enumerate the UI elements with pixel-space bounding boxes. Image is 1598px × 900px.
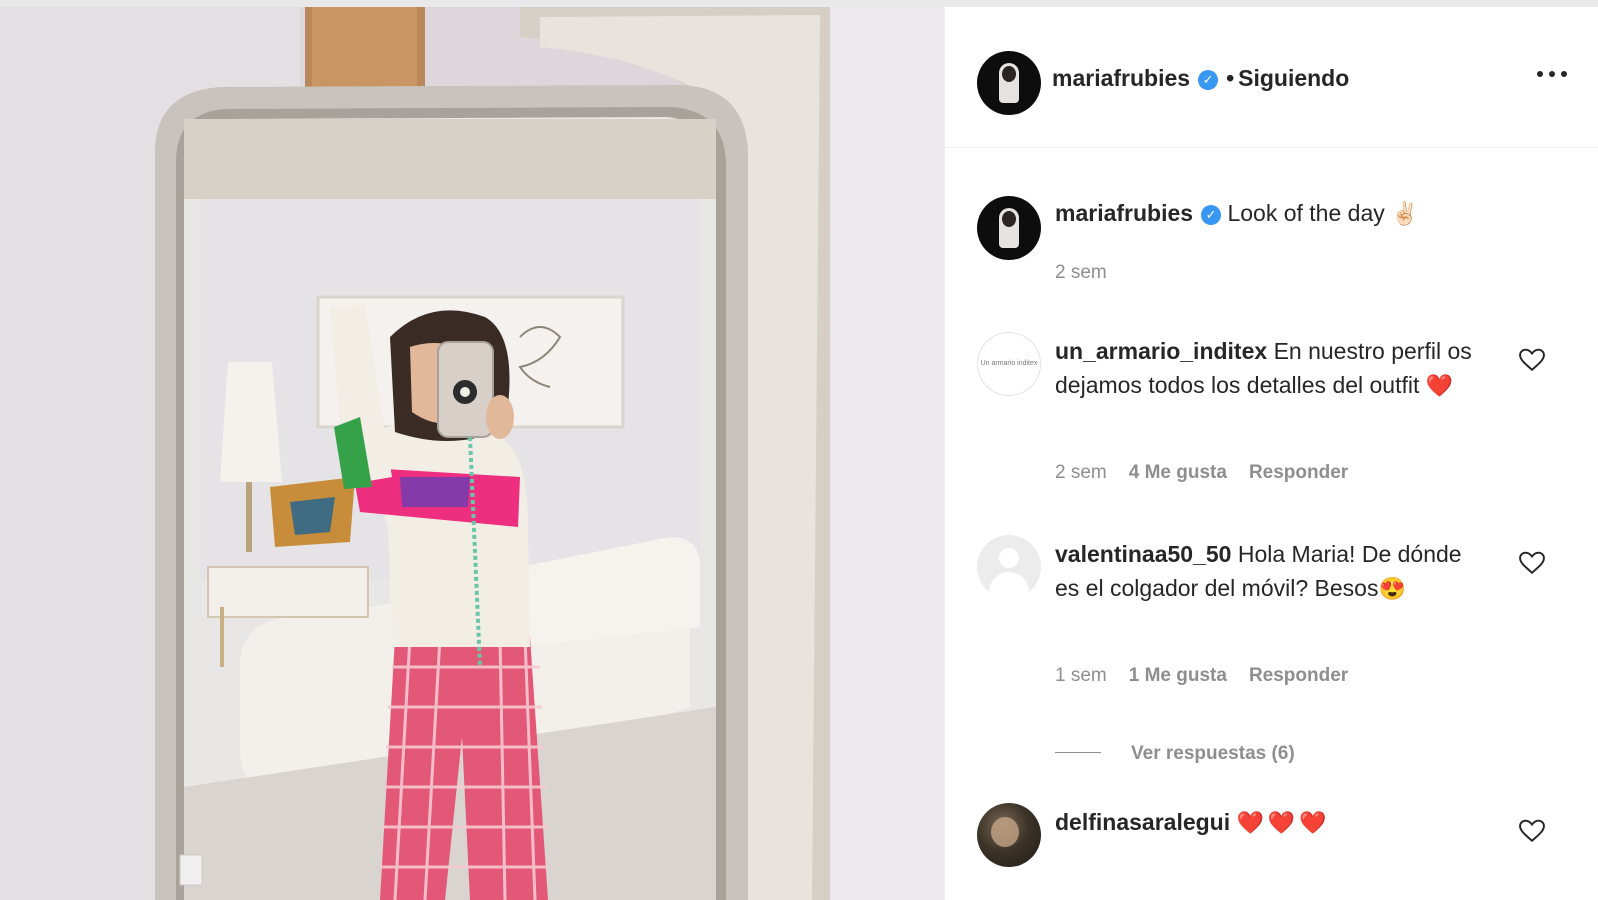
like-heart-icon[interactable] bbox=[1519, 348, 1545, 372]
owner-avatar[interactable] bbox=[977, 51, 1041, 115]
victory-hand-emoji: ✌🏻 bbox=[1391, 201, 1419, 226]
separator-dot: • bbox=[1226, 65, 1235, 91]
comment-likes-count[interactable]: 4 Me gusta bbox=[1129, 462, 1227, 483]
view-replies-button[interactable]: Ver respuestas (6) bbox=[1055, 743, 1295, 765]
comment-likes-count[interactable]: 1 Me gusta bbox=[1129, 665, 1227, 686]
more-options-icon[interactable] bbox=[1537, 71, 1567, 79]
replies-divider-line bbox=[1055, 752, 1101, 753]
view-replies-label: Ver respuestas (6) bbox=[1131, 743, 1295, 764]
caption-text: Look of the day bbox=[1227, 200, 1385, 226]
red-heart-emoji: ❤️ bbox=[1425, 373, 1454, 398]
mirror-selfie-illustration bbox=[0, 7, 944, 900]
comment-meta: 2 sem 4 Me gusta Responder bbox=[1055, 462, 1348, 484]
like-heart-icon[interactable] bbox=[1519, 819, 1545, 843]
caption-avatar[interactable] bbox=[977, 196, 1041, 260]
comment-text-block: un_armario_inditex En nuestro perfil os … bbox=[1055, 334, 1485, 403]
comment-time: 2 sem bbox=[1055, 462, 1107, 483]
comment-time: 1 sem bbox=[1055, 665, 1107, 686]
post-owner-info: mariafrubies ✓ • Siguiendo bbox=[1052, 65, 1349, 92]
caption-time: 2 sem bbox=[1055, 262, 1107, 283]
avatar-brand-text: Un armario inditex bbox=[980, 360, 1038, 367]
post-photo[interactable] bbox=[0, 7, 944, 900]
commenter-username[interactable]: valentinaa50_50 bbox=[1055, 541, 1231, 567]
reply-button[interactable]: Responder bbox=[1249, 665, 1348, 686]
verified-badge-icon: ✓ bbox=[1201, 205, 1222, 225]
commenter-username[interactable]: un_armario_inditex bbox=[1055, 338, 1267, 364]
following-button[interactable]: Siguiendo bbox=[1238, 65, 1349, 91]
verified-badge-icon: ✓ bbox=[1198, 70, 1219, 90]
reply-button[interactable]: Responder bbox=[1249, 462, 1348, 483]
comment-text-block: delfinasaralegui ❤️❤️❤️ bbox=[1055, 805, 1485, 840]
post-side-panel: mariafrubies ✓ • Siguiendo mariafrubies ✓ Lo… bbox=[944, 7, 1598, 900]
comment-text-block: valentinaa50_50 Hola Maria! De dónde es … bbox=[1055, 537, 1485, 606]
like-heart-icon[interactable] bbox=[1519, 551, 1545, 575]
post-header: mariafrubies ✓ • Siguiendo bbox=[945, 7, 1598, 148]
commenter-avatar[interactable]: Un armario inditex bbox=[977, 332, 1041, 396]
commenter-username[interactable]: delfinasaralegui bbox=[1055, 809, 1230, 835]
comment-meta: 1 sem 1 Me gusta Responder bbox=[1055, 665, 1348, 687]
commenter-avatar[interactable] bbox=[977, 535, 1041, 599]
commenter-avatar[interactable] bbox=[977, 803, 1041, 867]
caption-username[interactable]: mariafrubies bbox=[1055, 200, 1193, 226]
instagram-post-view: mariafrubies ✓ • Siguiendo mariafrubies ✓ Lo… bbox=[0, 0, 1598, 900]
red-hearts-emoji: ❤️❤️❤️ bbox=[1236, 810, 1331, 835]
heart-eyes-emoji: 😍 bbox=[1378, 576, 1406, 601]
caption-text-block: mariafrubies ✓ Look of the day ✌🏻 bbox=[1055, 196, 1485, 231]
owner-username[interactable]: mariafrubies bbox=[1052, 65, 1190, 91]
